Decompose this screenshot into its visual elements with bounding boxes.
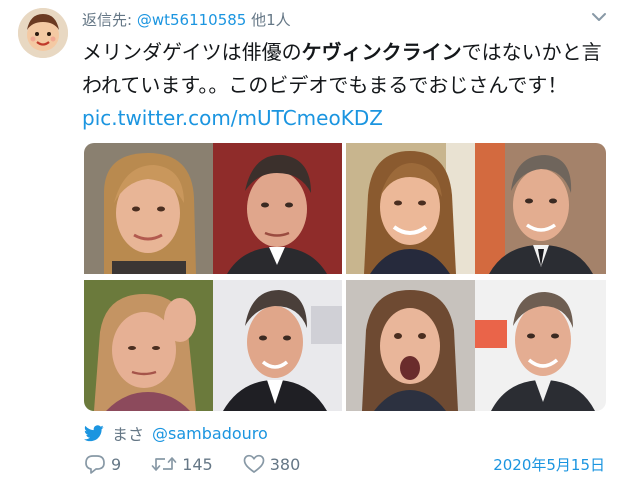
tweet-text: メリンダゲイツは俳優のケヴィンクラインではないかと言われています。。このビデオで… — [82, 36, 612, 135]
reply-button[interactable]: 9 — [84, 454, 121, 474]
reply-count: 9 — [111, 454, 122, 474]
retweet-button[interactable]: 145 — [151, 455, 213, 474]
twitter-bird-icon — [84, 424, 104, 441]
tweet-date-link[interactable]: 2020年5月15日 — [493, 454, 605, 475]
tweet-card: 返信先: @wt56110585 他1人 メリンダゲイツは俳優のケヴィンクライン… — [0, 0, 623, 492]
heart-icon — [243, 454, 265, 473]
photo-kevin-3[interactable] — [213, 280, 342, 411]
photo-melinda-2[interactable] — [346, 143, 475, 274]
avatar[interactable] — [18, 8, 68, 58]
reply-to-line: 返信先: @wt56110585 他1人 — [82, 9, 291, 30]
photo-melinda-3[interactable] — [84, 280, 213, 411]
media-attribution: まさ @sambadouro — [84, 421, 268, 445]
reply-icon — [85, 455, 105, 474]
attribution-handle-link[interactable]: @sambadouro — [152, 424, 268, 443]
chevron-down-icon[interactable] — [591, 11, 607, 23]
tweet-text-bold: ケヴィンクライン — [301, 40, 462, 64]
reply-others[interactable]: 他1人 — [251, 11, 291, 29]
retweet-icon — [151, 457, 177, 471]
photo-kevin-4[interactable] — [475, 280, 606, 411]
tweet-text-part1: メリンダゲイツは俳優の — [82, 40, 302, 64]
retweet-count: 145 — [182, 454, 213, 474]
photo-kevin-2[interactable] — [475, 143, 606, 274]
tweet-media-link[interactable]: pic.twitter.com/mUTCmeoKDZ — [82, 106, 383, 130]
photo-melinda-4[interactable] — [346, 280, 475, 411]
reply-handle-link[interactable]: @wt56110585 — [137, 11, 247, 29]
tweet-actions: 9 145 380 — [84, 452, 330, 476]
photo-kevin-1[interactable] — [213, 143, 342, 274]
photo-grid — [84, 143, 606, 411]
reply-prefix: 返信先: — [82, 11, 133, 29]
attribution-name[interactable]: まさ — [112, 421, 144, 445]
like-count: 380 — [269, 454, 301, 474]
avatar-illustration — [18, 8, 68, 58]
photo-melinda-1[interactable] — [84, 143, 213, 274]
like-button[interactable]: 380 — [243, 454, 301, 474]
